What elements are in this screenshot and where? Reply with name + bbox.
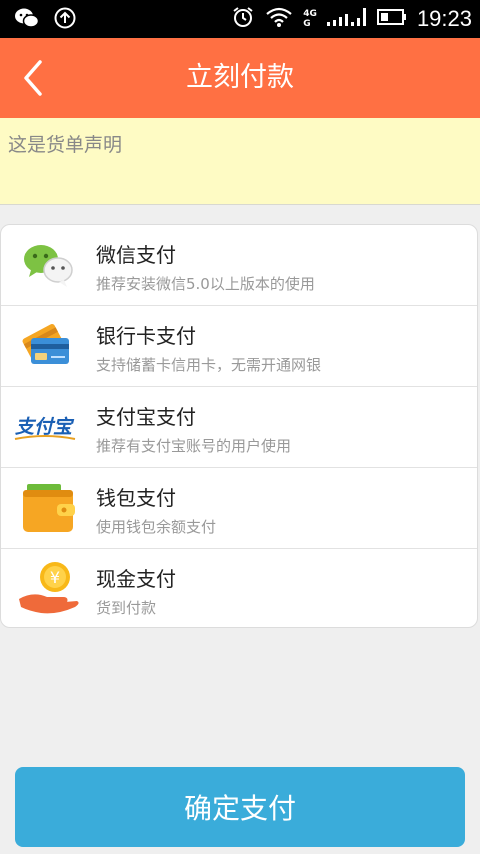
payment-option-title: 钱包支付 [96, 486, 176, 510]
clock: 19:23 [416, 6, 472, 31]
bank-card-icon [17, 318, 79, 374]
cash-icon: ¥ [17, 561, 79, 617]
network-g-label: G [303, 19, 311, 29]
payment-option-desc: 支持储蓄卡信用卡，无需开通网银 [96, 356, 322, 374]
payment-option-desc: 推荐安装微信5.0以上版本的使用 [96, 275, 315, 293]
app-header: 立刻付款 [0, 38, 480, 118]
wallet-icon [17, 480, 79, 536]
network-type: 4G G [303, 9, 317, 29]
network-4g-label: 4G [303, 9, 317, 19]
wechat-notification-icon [14, 7, 40, 33]
wifi-icon [265, 6, 293, 32]
order-notice-text: 这是货单声明 [8, 134, 123, 156]
order-notice: 这是货单声明 [0, 118, 480, 205]
payment-option-title: 现金支付 [96, 567, 176, 591]
confirm-payment-button[interactable]: 确定支付 [15, 767, 465, 847]
payment-option-alipay[interactable]: 支付宝 支付宝支付 推荐有支付宝账号的用户使用 [1, 387, 477, 468]
payment-option-desc: 使用钱包余额支付 [96, 518, 217, 536]
signal-icon [326, 6, 367, 32]
status-bar: 4G G 19:23 [0, 0, 480, 38]
payment-option-wallet[interactable]: 钱包支付 使用钱包余额支付 [1, 468, 477, 549]
back-button[interactable] [16, 56, 56, 100]
payment-method-list: 微信支付 推荐安装微信5.0以上版本的使用 银行卡支付 支持储蓄卡信用卡，无需开… [0, 224, 478, 628]
payment-option-desc: 货到付款 [96, 599, 157, 617]
yuan-symbol: ¥ [50, 568, 60, 587]
payment-option-title: 微信支付 [96, 243, 176, 267]
upload-icon [54, 7, 76, 33]
alipay-logo-text: 支付宝 [15, 416, 75, 438]
battery-icon [376, 7, 407, 31]
payment-option-wechat[interactable]: 微信支付 推荐安装微信5.0以上版本的使用 [1, 225, 477, 306]
alipay-icon: 支付宝 [14, 399, 79, 455]
wechat-icon [17, 237, 79, 293]
payment-option-bank-card[interactable]: 银行卡支付 支持储蓄卡信用卡，无需开通网银 [1, 306, 477, 387]
page-title: 立刻付款 [186, 62, 294, 93]
back-arrow-icon [24, 60, 42, 96]
alarm-icon [231, 5, 255, 33]
payment-option-cash[interactable]: ¥ 现金支付 货到付款 [1, 549, 477, 629]
payment-option-desc: 推荐有支付宝账号的用户使用 [96, 437, 292, 455]
payment-option-title: 银行卡支付 [96, 324, 196, 348]
payment-option-title: 支付宝支付 [96, 405, 196, 429]
